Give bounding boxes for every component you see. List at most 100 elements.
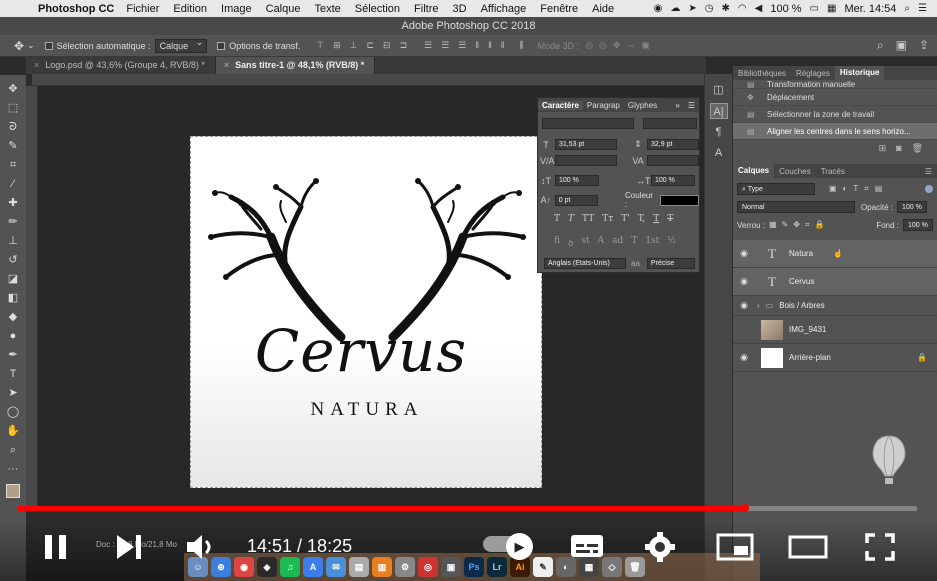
panel-menu-icon[interactable]: ☰ (684, 101, 699, 110)
eye-icon[interactable]: ◉ (733, 276, 755, 287)
photoshop-dock-icon[interactable]: Ps (464, 557, 484, 577)
eyedropper-icon[interactable]: ⁄ (4, 176, 22, 192)
search-icon[interactable]: ⌕ (877, 38, 884, 53)
history-item[interactable]: ▤ Sélectionner la zone de travail (733, 106, 937, 123)
titling-icon[interactable]: ad (612, 236, 623, 249)
menu-calque[interactable]: Calque (266, 3, 301, 15)
tab-logo[interactable]: × Logo.psd @ 43,6% (Groupe 4, RVB/8) * (26, 57, 216, 74)
distribute-right-icon[interactable]: ‖ (501, 40, 505, 51)
language-select[interactable]: Anglais (Etats-Unis) (544, 258, 626, 269)
workspace-icon[interactable]: ▣ (896, 38, 907, 53)
blend-mode-select[interactable]: Normal (737, 201, 855, 213)
menu-aide[interactable]: Aide (592, 3, 614, 15)
swash-icon[interactable]: st (581, 236, 589, 249)
zoom-icon[interactable]: ⌕ (4, 442, 22, 458)
flag-icon[interactable]: ▦ (827, 3, 836, 14)
filter-icons[interactable]: ▣◐T⌗▤ (829, 184, 888, 194)
record-icon[interactable]: ◉ (654, 3, 663, 14)
kerning-field[interactable] (555, 155, 617, 166)
chrome-icon[interactable]: ◉ (234, 557, 254, 577)
eraser-icon[interactable]: ◪ (4, 271, 22, 287)
tab-glyphes[interactable]: Glyphes (624, 101, 661, 110)
wifi-icon[interactable]: ◠ (738, 3, 747, 14)
history-item-selected[interactable]: ▤ Aligner les centres dans le sens horizo… (733, 123, 937, 140)
distribute-vcenter-icon[interactable]: ☰ (441, 40, 449, 51)
location-icon[interactable]: ➤ (688, 3, 696, 14)
font-size-field[interactable]: 31,53 pt (555, 139, 617, 150)
share-icon[interactable]: ⇪ (919, 38, 929, 53)
horizontal-scale-field[interactable]: 100 % (651, 175, 695, 186)
close-icon[interactable]: × (34, 60, 39, 70)
textedit-icon[interactable]: ✎ (533, 557, 553, 577)
tab-historique[interactable]: Historique (834, 66, 885, 80)
timemachine-icon[interactable]: ◷ (705, 3, 714, 14)
autoplay-play-icon[interactable]: ▶ (506, 533, 533, 560)
fullscreen-icon[interactable] (864, 532, 896, 562)
vertical-scale-field[interactable]: 100 % (555, 175, 599, 186)
menu-filtre[interactable]: Filtre (414, 3, 438, 15)
clock[interactable]: Mer. 14:54 (844, 3, 896, 15)
strikethrough-icon[interactable]: T (667, 214, 673, 224)
trash-icon[interactable]: 🗑 (912, 143, 923, 154)
theater-mode-icon[interactable] (788, 534, 828, 560)
path-select-icon[interactable]: ➤ (4, 385, 22, 401)
type-icon[interactable]: T (4, 366, 22, 382)
tool-preset-chevron-icon[interactable]: ⌄ (27, 40, 35, 51)
close-icon[interactable]: × (224, 60, 229, 70)
app-menu[interactable]: Photoshop CC (38, 3, 114, 15)
distribute-hcenter-icon[interactable]: ‖ (488, 40, 492, 51)
tab-calques[interactable]: Calques (733, 164, 775, 178)
baseline-shift-field[interactable]: 0 pt (554, 194, 598, 206)
opacity-field[interactable]: 100 % (897, 201, 928, 213)
layer-row[interactable]: · IMG_9431 (733, 316, 937, 344)
leading-field[interactable]: 32,9 pt (647, 139, 699, 150)
stylistic-alt-icon[interactable]: A (598, 236, 605, 249)
ligatures-icon[interactable]: fi (554, 236, 560, 249)
distribute-left-icon[interactable]: ‖ (475, 40, 479, 51)
eye-hidden-icon[interactable]: · (733, 325, 755, 335)
stamp-icon[interactable]: ⊥ (4, 233, 22, 249)
blur-icon[interactable]: ◆ (4, 309, 22, 325)
font-family-select[interactable] (542, 118, 634, 129)
eye-icon[interactable]: ◉ (733, 248, 755, 259)
more-tools-icon[interactable]: ··· (4, 461, 22, 477)
layer-row[interactable]: ◉ T Cervus (733, 268, 937, 296)
move-icon[interactable]: ✥ (4, 81, 22, 97)
healing-icon[interactable]: ✚ (4, 195, 22, 211)
layer-row[interactable]: ◉ Arrière-plan 🔒 (733, 344, 937, 372)
layer-row[interactable]: ◉ T Natura ☝ (733, 240, 937, 268)
menu-selection[interactable]: Sélection (355, 3, 400, 15)
lightroom-dock-icon[interactable]: Lr (487, 557, 507, 577)
panel-menu-icon[interactable]: ☰ (920, 167, 937, 176)
volume-icon[interactable]: ◀ (755, 3, 763, 14)
history-panel-icon[interactable]: ◫ (710, 82, 728, 98)
eye-icon[interactable]: ◉ (733, 352, 755, 363)
subscript-icon[interactable]: T, (638, 214, 646, 224)
app-icon[interactable]: ◎ (418, 557, 438, 577)
tab-couches[interactable]: Couches (774, 167, 816, 176)
transform-checkbox[interactable] (217, 41, 226, 50)
app-icon[interactable]: ▦ (579, 557, 599, 577)
distribute-bottom-icon[interactable]: ☰ (458, 40, 466, 51)
align-bottom-icon[interactable]: ⊥ (350, 40, 358, 51)
auto-select-checkbox[interactable] (44, 41, 53, 50)
old-style-icon[interactable]: ꝺ (568, 236, 573, 249)
history-brush-icon[interactable]: ↺ (4, 252, 22, 268)
lock-icons[interactable]: ▦✎✥⌗🔒 (769, 220, 829, 230)
tab-caractere[interactable]: Caractère (538, 100, 583, 110)
faux-bold-icon[interactable]: T (554, 214, 560, 224)
spotify-icon[interactable]: ♫ (280, 557, 300, 577)
align-hcenter-icon[interactable]: ⊟ (383, 40, 391, 51)
superscript-icon[interactable]: T' (621, 214, 629, 224)
collapse-icon[interactable]: » (671, 101, 683, 110)
contextual-icon[interactable]: T (631, 236, 637, 249)
brush-icon[interactable]: ✏ (4, 214, 22, 230)
prefs-icon[interactable]: ⚙ (395, 557, 415, 577)
ordinals-icon[interactable]: 1st (645, 236, 659, 249)
app-icon[interactable]: ◈ (257, 557, 277, 577)
tab-reglages[interactable]: Réglages (791, 69, 835, 78)
appstore-icon[interactable]: A (303, 557, 323, 577)
tab-bibliotheques[interactable]: Bibliothèques (733, 69, 791, 78)
hand-icon[interactable]: ✋ (4, 423, 22, 439)
menu-fichier[interactable]: Fichier (126, 3, 159, 15)
